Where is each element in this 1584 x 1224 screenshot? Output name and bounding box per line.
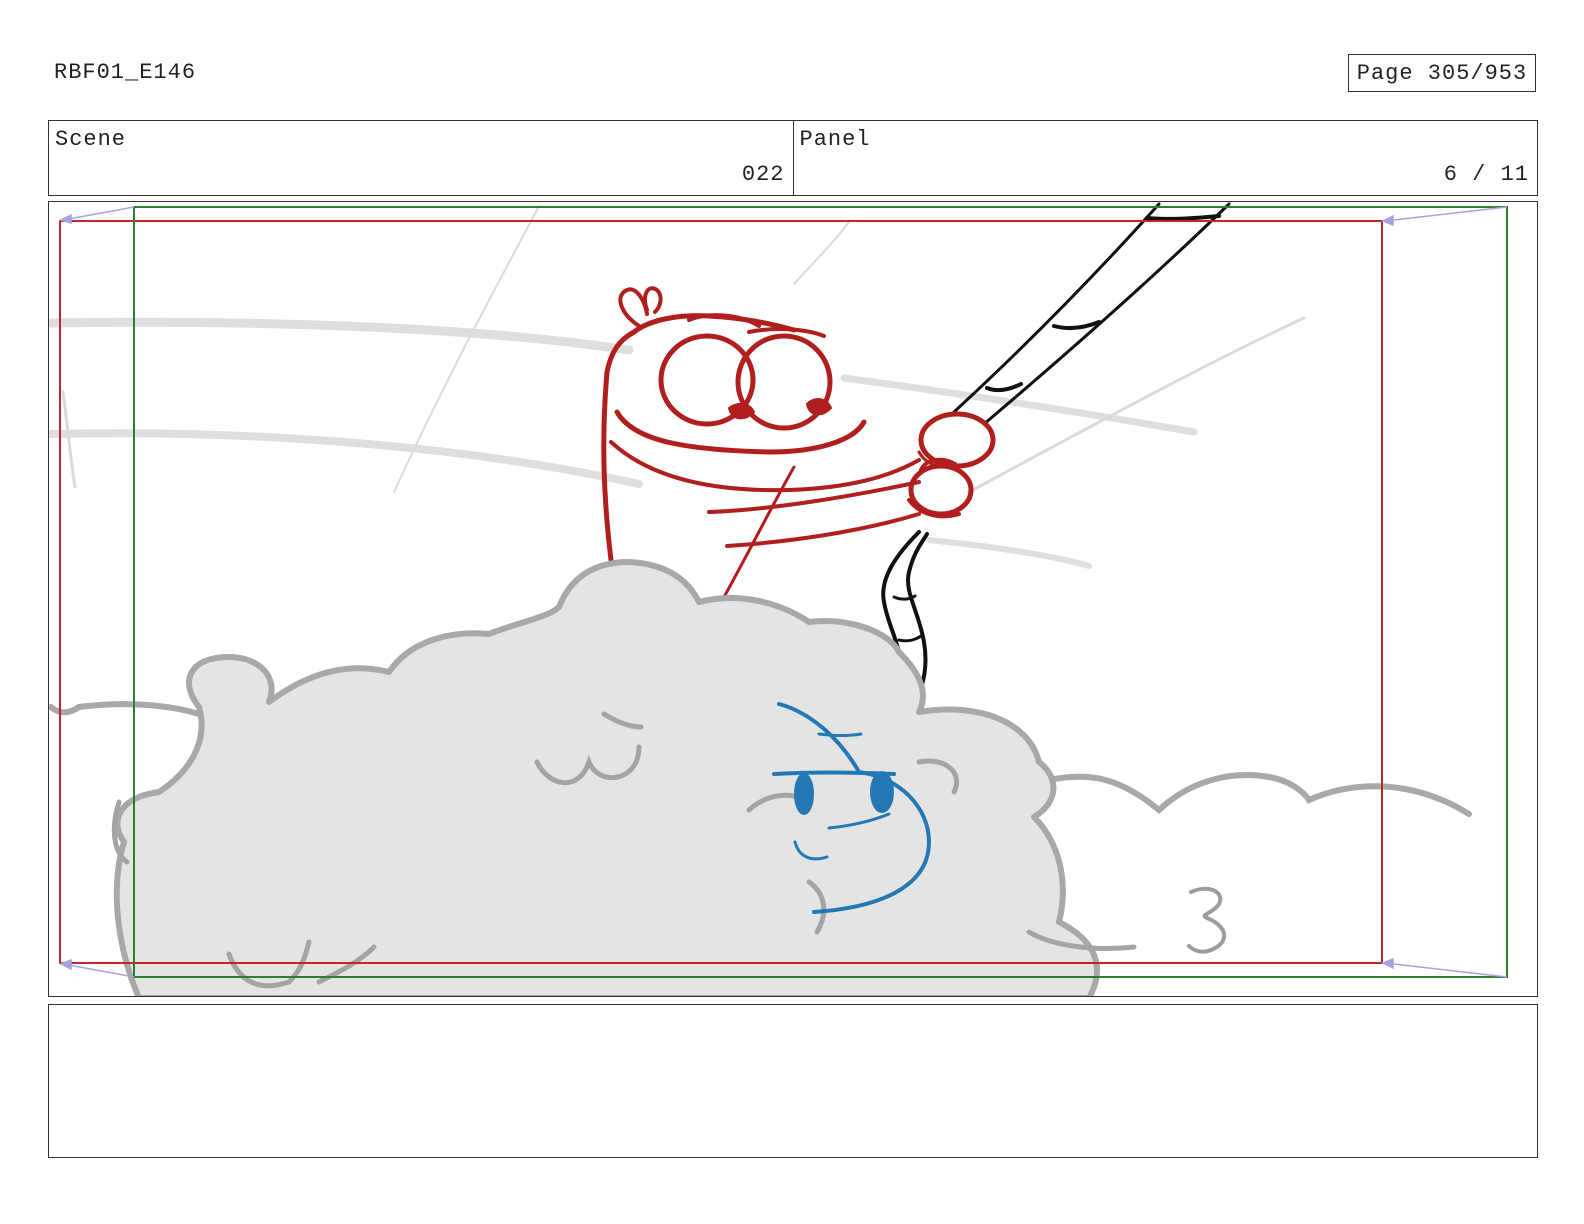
scene-cell: Scene 022 — [49, 121, 793, 195]
scene-label: Scene — [55, 127, 127, 152]
panel-cell: Panel 6 / 11 — [792, 121, 1538, 195]
panel-drawing — [49, 202, 1508, 996]
panel-number: 6 / 11 — [1443, 162, 1529, 187]
fishing-pole — [865, 202, 1231, 728]
scene-number: 022 — [741, 162, 785, 187]
panel-label: Panel — [799, 127, 871, 152]
red-character — [601, 286, 996, 599]
storyboard-panel — [48, 201, 1538, 997]
scene-panel-info: Scene 022 Panel 6 / 11 — [48, 120, 1538, 196]
background-sketch — [49, 205, 1306, 569]
sketch-scribble — [1187, 886, 1226, 954]
page-counter: Page 305/953 — [1348, 54, 1536, 92]
panel-notes — [48, 1004, 1538, 1158]
episode-title: RBF01_E146 — [54, 60, 197, 85]
cloud-outline-right — [1046, 772, 1472, 817]
